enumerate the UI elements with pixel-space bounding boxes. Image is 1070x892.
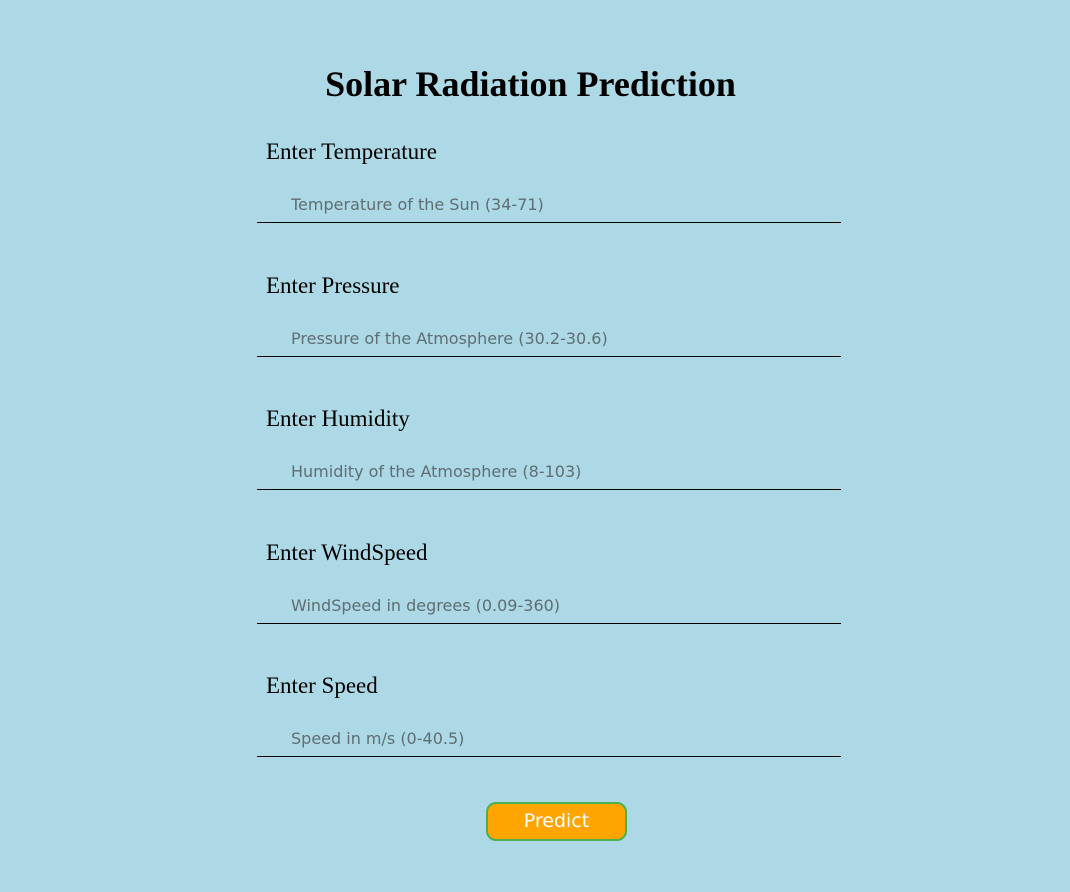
windspeed-label: Enter WindSpeed bbox=[266, 540, 428, 565]
windspeed-input[interactable] bbox=[257, 588, 841, 624]
page-title: Solar Radiation Prediction bbox=[325, 64, 736, 104]
humidity-input[interactable] bbox=[257, 454, 841, 490]
pressure-label: Enter Pressure bbox=[266, 273, 400, 298]
temperature-input[interactable] bbox=[257, 187, 841, 223]
temperature-label: Enter Temperature bbox=[266, 139, 438, 164]
predict-button[interactable]: Predict bbox=[486, 802, 627, 841]
speed-input[interactable] bbox=[257, 721, 841, 757]
pressure-input[interactable] bbox=[257, 321, 841, 357]
humidity-label: Enter Humidity bbox=[266, 406, 410, 431]
speed-label: Enter Speed bbox=[266, 673, 378, 698]
